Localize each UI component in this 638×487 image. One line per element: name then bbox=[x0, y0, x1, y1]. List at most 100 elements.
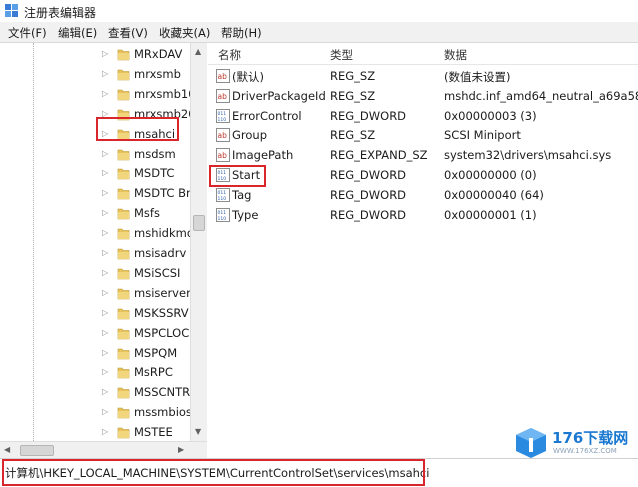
tree-item[interactable]: ▷ mshidkmdf bbox=[0, 223, 198, 243]
tree-item-label: msdsm bbox=[134, 146, 176, 161]
folder-icon bbox=[117, 188, 130, 200]
tree-item[interactable]: ▷ MSPQM bbox=[0, 343, 190, 363]
expand-icon[interactable]: ▷ bbox=[102, 88, 111, 99]
expand-icon[interactable]: ▷ bbox=[102, 386, 111, 397]
column-type-header[interactable]: 类型 bbox=[330, 47, 353, 63]
value-row[interactable]: 011 110 Start REG_DWORD 0x00000000 (0) bbox=[208, 165, 638, 185]
svg-text:ab: ab bbox=[218, 72, 228, 81]
tree-item[interactable]: ▷ MSDTC bbox=[0, 163, 190, 183]
value-name: DriverPackageId bbox=[232, 88, 326, 103]
column-data-header[interactable]: 数据 bbox=[444, 47, 467, 63]
value-name: (默认) bbox=[232, 70, 264, 84]
value-row[interactable]: 011 110 Tag REG_DWORD 0x00000040 (64) bbox=[208, 185, 638, 205]
expand-icon[interactable]: ▷ bbox=[102, 227, 111, 238]
scroll-left-icon[interactable]: ◀ bbox=[4, 445, 10, 454]
tree-vertical-scrollbar[interactable]: ▲ ▼ bbox=[190, 43, 207, 441]
value-type: REG_DWORD bbox=[330, 187, 407, 202]
tree-item[interactable]: ▷ msdsm bbox=[0, 144, 190, 164]
value-name: Type bbox=[232, 207, 259, 222]
expand-icon[interactable]: ▷ bbox=[102, 406, 111, 417]
menu-view[interactable]: 查看(V) bbox=[108, 25, 148, 41]
expand-icon[interactable]: ▷ bbox=[102, 247, 111, 258]
expand-icon[interactable]: ▷ bbox=[102, 167, 111, 178]
expand-icon[interactable]: ▷ bbox=[102, 287, 111, 298]
expand-icon[interactable]: ▷ bbox=[102, 148, 111, 159]
expand-icon[interactable]: ▷ bbox=[102, 207, 111, 218]
expand-icon[interactable]: ▷ bbox=[102, 187, 111, 198]
values-list-pane[interactable]: 名称 类型 数据 ab (默认) REG_SZ (数值未设置) ab DriverPack… bbox=[208, 43, 638, 458]
value-data: system32\drivers\msahci.sys bbox=[444, 148, 612, 163]
tree-item[interactable]: ▷ mrxsmb bbox=[0, 64, 190, 84]
value-row[interactable]: 011 110 ErrorControl REG_DWORD 0x00000003 (3… bbox=[208, 106, 638, 126]
value-row[interactable]: ab (默认) REG_SZ (数值未设置) bbox=[208, 66, 638, 86]
menu-favorites[interactable]: 收藏夹(A) bbox=[159, 25, 210, 41]
tree-item-label: MSPCLOCK bbox=[134, 325, 197, 340]
menu-edit[interactable]: 编辑(E) bbox=[58, 25, 97, 41]
string-value-icon: ab bbox=[216, 88, 230, 103]
expand-icon[interactable]: ▷ bbox=[102, 68, 111, 79]
value-data: 0x00000003 (3) bbox=[444, 108, 537, 123]
tree-item[interactable]: ▷ MSKSSRV bbox=[0, 303, 190, 323]
selected-key-highlight bbox=[96, 117, 179, 141]
folder-icon bbox=[117, 348, 130, 359]
tree-item[interactable]: ▷ Msfs bbox=[0, 203, 190, 223]
string-value-icon: ab bbox=[216, 128, 230, 143]
hscroll-thumb[interactable] bbox=[20, 445, 54, 456]
menu-help[interactable]: 帮助(H) bbox=[221, 25, 262, 41]
svg-text:011: 011 bbox=[218, 190, 227, 196]
value-row[interactable]: ab ImagePath REG_EXPAND_SZ system32\drivers… bbox=[208, 145, 638, 165]
value-type: REG_SZ bbox=[330, 69, 376, 83]
tree-item[interactable]: ▷ msisadrv bbox=[0, 243, 190, 263]
tree-item[interactable]: ▷MSDTC Bridge bbox=[0, 183, 206, 203]
tree-item-label: mrxsmb bbox=[134, 66, 181, 81]
value-type: REG_DWORD bbox=[330, 108, 407, 123]
scroll-down-icon[interactable]: ▼ bbox=[195, 427, 201, 436]
value-type: REG_DWORD bbox=[330, 207, 407, 222]
expand-icon[interactable]: ▷ bbox=[102, 48, 111, 59]
expand-icon[interactable]: ▷ bbox=[102, 327, 111, 338]
svg-text:011: 011 bbox=[218, 210, 227, 216]
tree-item[interactable]: ▷ MSiSCSI bbox=[0, 263, 190, 283]
value-data: SCSI Miniport bbox=[444, 128, 521, 143]
expand-icon[interactable]: ▷ bbox=[102, 307, 111, 318]
expand-icon[interactable]: ▷ bbox=[102, 366, 111, 377]
regedit-app-icon bbox=[5, 4, 18, 17]
expand-icon[interactable]: ▷ bbox=[102, 267, 111, 278]
string-value-icon: ab bbox=[216, 148, 230, 163]
value-type: REG_DWORD bbox=[330, 168, 407, 182]
binary-value-icon: 011110 bbox=[216, 207, 230, 222]
expand-icon[interactable]: ▷ bbox=[102, 426, 111, 437]
folder-icon bbox=[117, 49, 130, 61]
folder-icon bbox=[117, 169, 130, 180]
path-highlight bbox=[2, 459, 425, 486]
scroll-up-icon[interactable]: ▲ bbox=[195, 47, 201, 56]
value-row[interactable]: ab DriverPackageId REG_SZ mshdc.inf_amd64_n… bbox=[208, 86, 638, 106]
title-bar: 注册表编辑器 bbox=[0, 0, 638, 22]
list-header: 名称 类型 数据 bbox=[208, 43, 638, 65]
site-watermark: 176下载网 WWW.176XZ.COM bbox=[510, 425, 636, 461]
value-row[interactable]: 011 110 Type REG_DWORD 0x00000001 (1) bbox=[208, 205, 638, 225]
expand-icon[interactable]: ▷ bbox=[102, 347, 111, 358]
watermark-domain: WWW.176XZ.COM bbox=[553, 447, 617, 455]
key-tree-pane[interactable]: ▷ MRxDAV ▷ mrxsmb ▷ mrxsmb10 ▷ mrxsmb20 ▷ msahci ▷… bbox=[0, 43, 207, 441]
tree-item[interactable]: ▷ mssmbios bbox=[0, 402, 192, 422]
tree-horizontal-scrollbar[interactable]: ◀ ▶ bbox=[0, 441, 207, 458]
tree-item[interactable]: ▷ MSTEE bbox=[0, 422, 190, 441]
tree-item[interactable]: ▷ MSSCNTRS bbox=[0, 382, 197, 402]
tree-item[interactable]: ▷ MRxDAV bbox=[0, 44, 190, 64]
folder-icon bbox=[117, 368, 130, 379]
tree-item[interactable]: ▷ msiserver bbox=[0, 283, 191, 303]
svg-text:ab: ab bbox=[218, 131, 228, 140]
scroll-thumb[interactable] bbox=[193, 215, 205, 231]
tree-item[interactable]: ▷ MsRPC bbox=[0, 362, 190, 382]
tree-item[interactable]: ▷ MSPCLOCK bbox=[0, 323, 197, 343]
folder-icon bbox=[117, 208, 130, 220]
scroll-right-icon[interactable]: ▶ bbox=[178, 445, 184, 454]
binary-value-icon: 011110 bbox=[216, 187, 230, 202]
value-row[interactable]: ab Group REG_SZ SCSI Miniport bbox=[208, 125, 638, 145]
menu-file[interactable]: 文件(F) bbox=[8, 25, 47, 41]
tree-item[interactable]: ▷ mrxsmb10 bbox=[0, 84, 196, 104]
tree-item-label: mshidkmdf bbox=[134, 226, 199, 241]
column-name-header[interactable]: 名称 bbox=[218, 47, 241, 63]
menu-bar: 文件(F) 编辑(E) 查看(V) 收藏夹(A) 帮助(H) bbox=[0, 22, 638, 43]
